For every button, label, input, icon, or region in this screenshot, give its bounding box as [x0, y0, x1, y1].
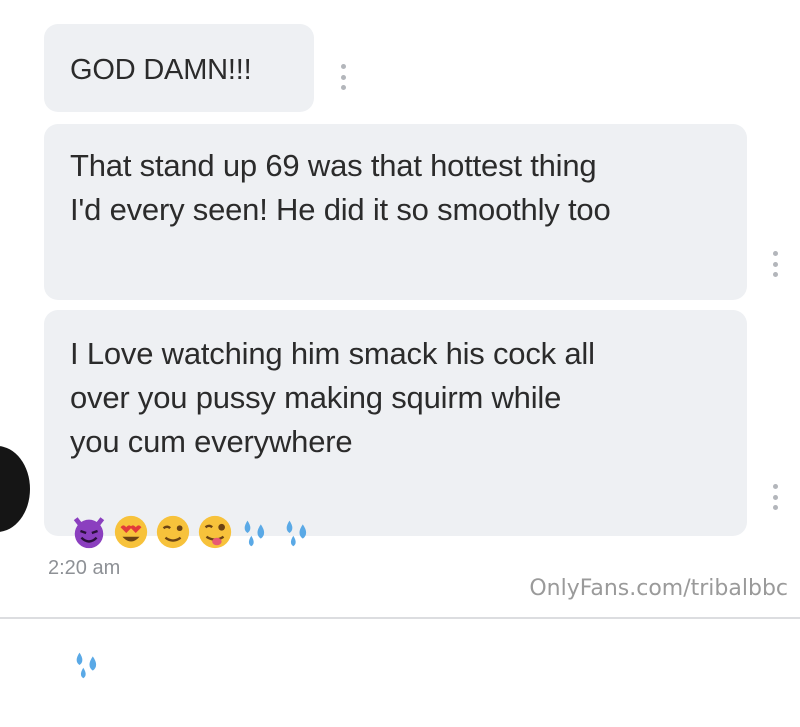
smiling-imp-emoji-icon	[70, 469, 108, 548]
message-options-icon[interactable]	[340, 64, 346, 90]
emoji-row	[70, 234, 196, 362]
message-options-icon[interactable]	[772, 484, 778, 510]
divider	[0, 617, 800, 619]
sweat-droplets-emoji-icon	[70, 601, 108, 679]
avatar[interactable]	[0, 446, 30, 532]
message-bubble[interactable]: That stand up 69 was that hottest thing …	[44, 124, 747, 362]
message-text: GOD DAMN!!!	[70, 54, 252, 86]
heart-eyes-emoji-icon	[112, 469, 150, 548]
message-text: That stand up 69 was that hottest thing …	[44, 124, 747, 362]
watermark: OnlyFans.com/tribalbbc	[529, 576, 788, 601]
message-bubble[interactable]: GOD DAMN!!!	[44, 24, 314, 112]
winking-tongue-emoji-icon	[196, 469, 234, 548]
sweat-droplets-emoji-icon	[238, 469, 276, 547]
message-bubble[interactable]: I Love watching him smack his cock all o…	[44, 310, 747, 679]
message-timestamp: 2:20 am	[48, 557, 121, 579]
winking-face-emoji-icon	[154, 469, 192, 548]
message-options-icon[interactable]	[772, 251, 778, 277]
emoji-row	[70, 468, 322, 679]
sweat-droplets-emoji-icon	[280, 469, 318, 547]
